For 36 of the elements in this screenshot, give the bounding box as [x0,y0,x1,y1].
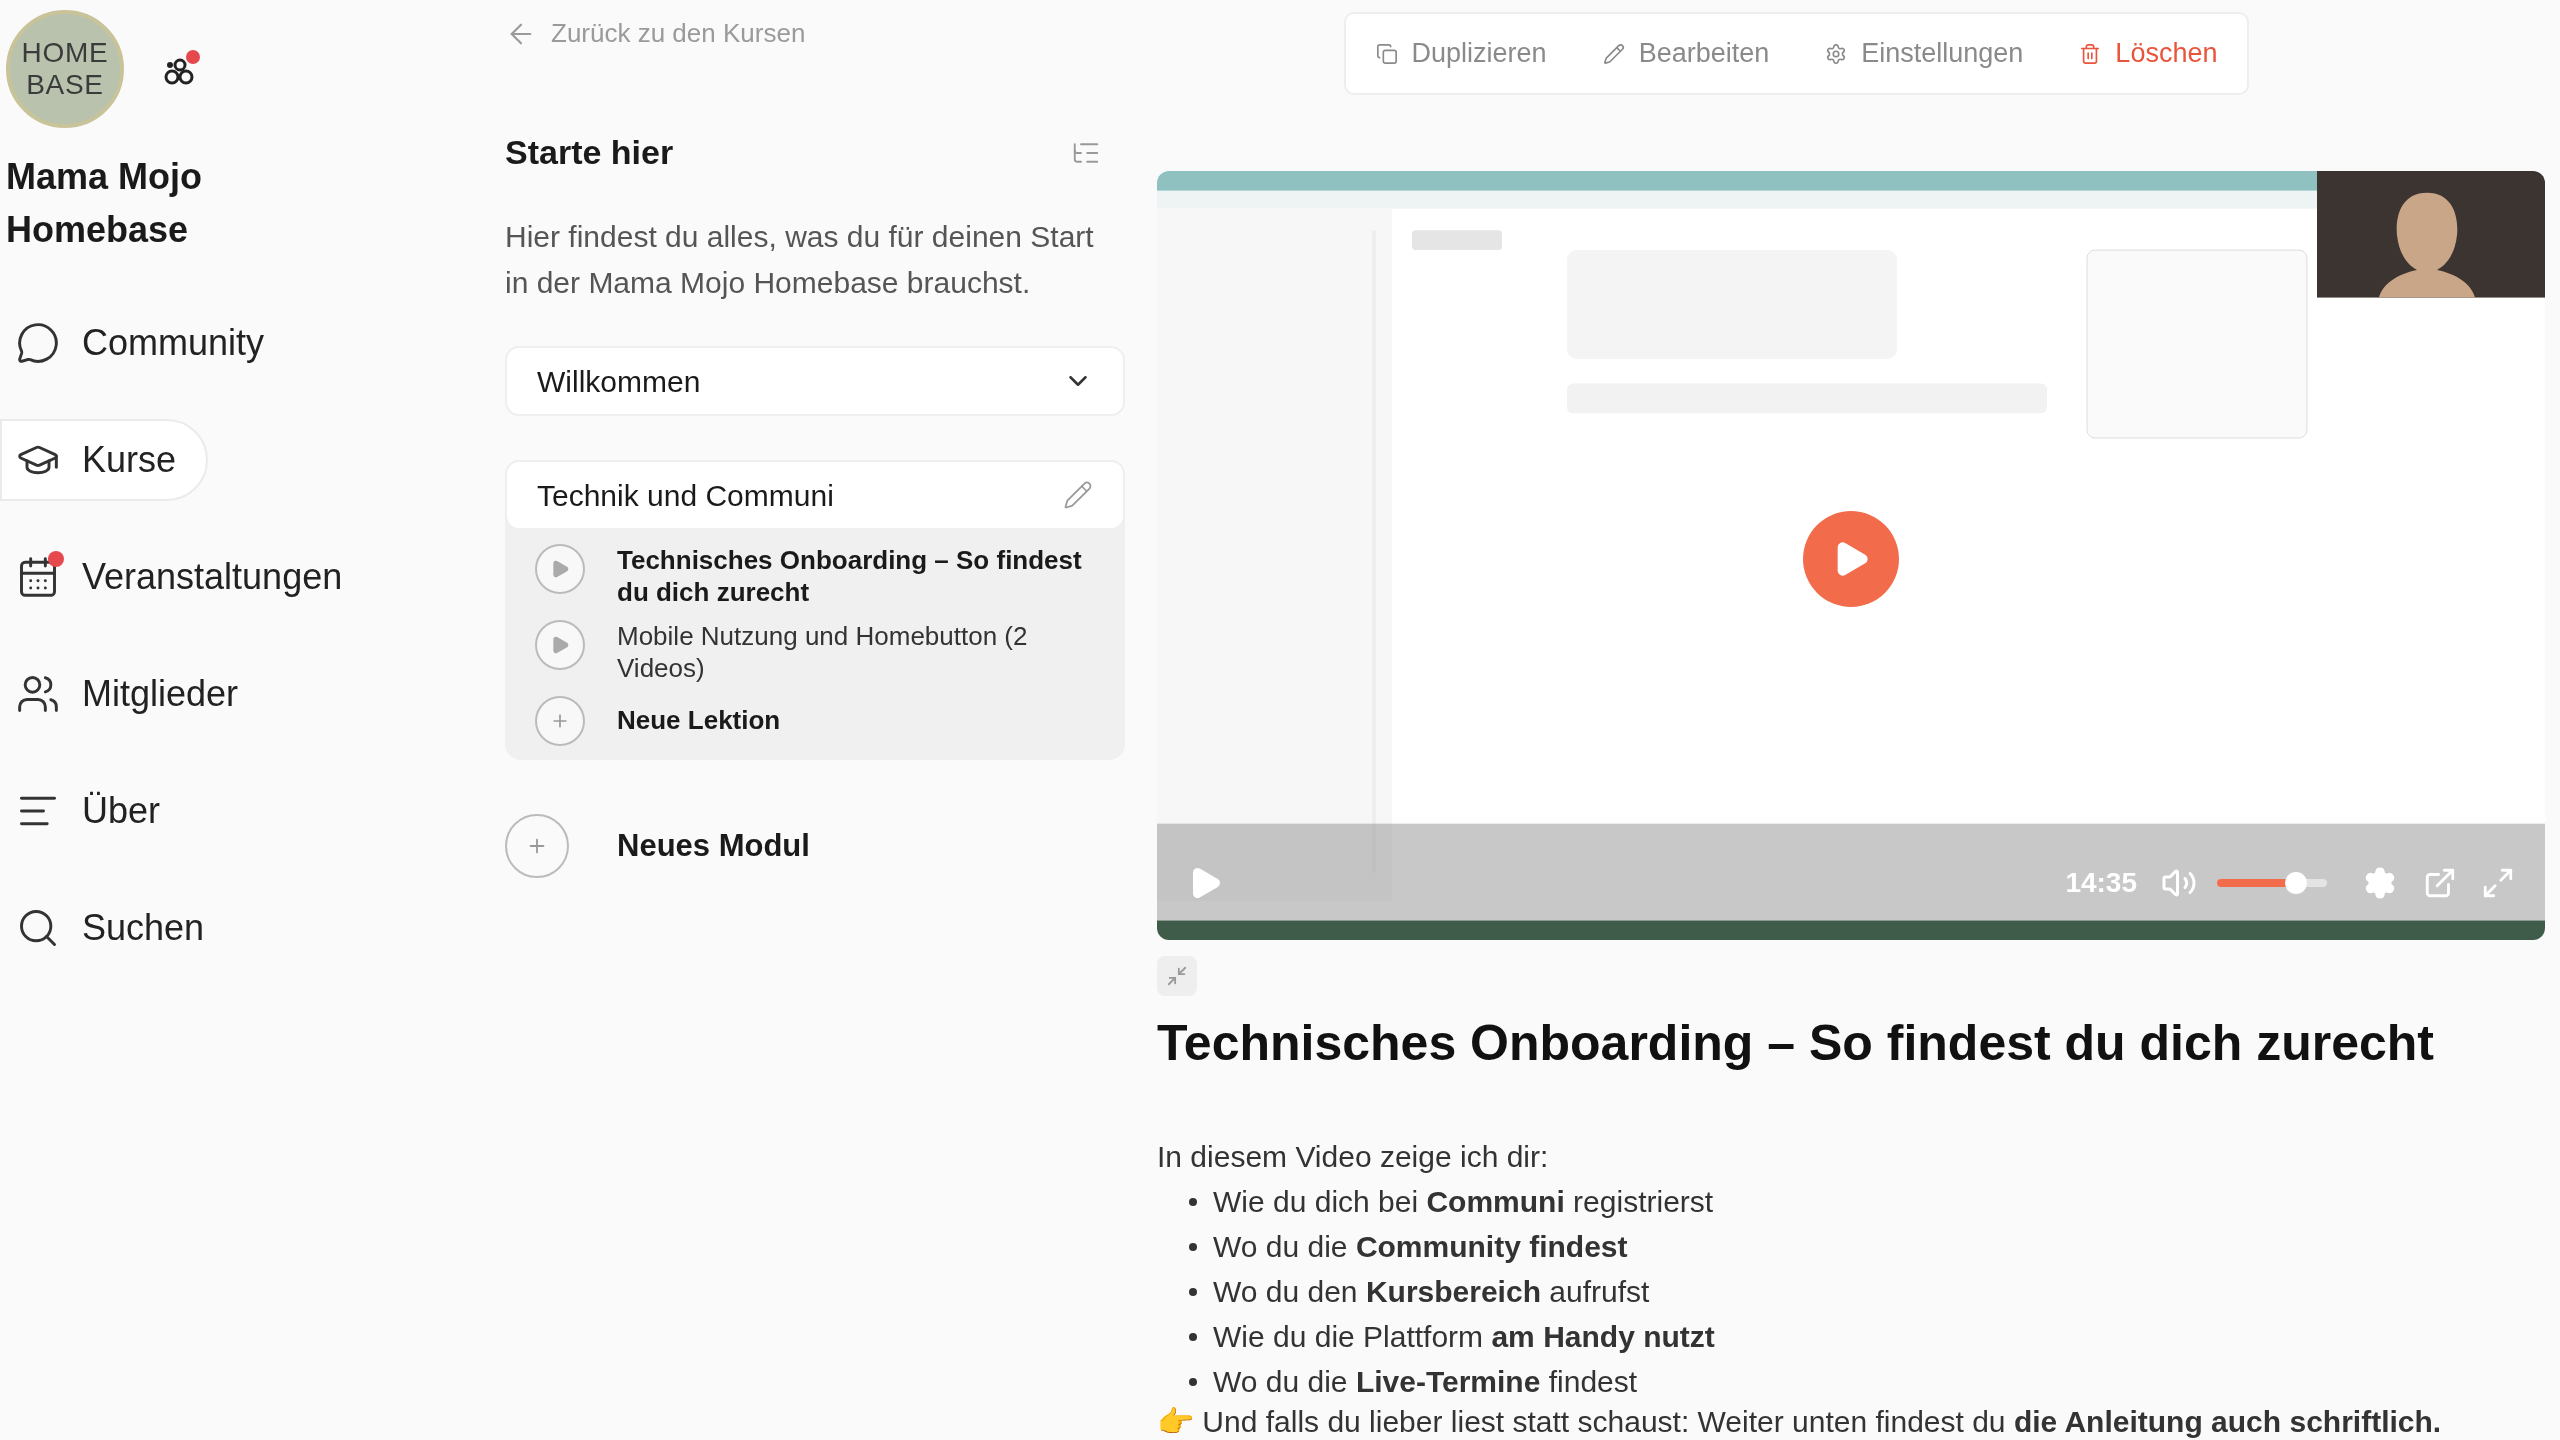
module-header[interactable]: Willkommen [505,346,1125,416]
volume-slider[interactable] [2217,872,2327,895]
collapse-icon[interactable] [1157,956,1197,996]
community-name: Mama Mojo Homebase [5,155,203,252]
lesson-title[interactable]: Technisches Onboarding – So findest du dich zurecht [617,544,1095,608]
add-lesson-icon[interactable] [535,696,585,746]
bullet-text: Wo du die Live-Termine findest [1213,1364,1638,1400]
settings-icon[interactable] [2363,866,2397,901]
add-module-icon[interactable] [505,814,569,878]
settings-icon [1825,42,1848,65]
bullet-text: Wo du den Kursbereich aufrufst [1213,1274,1650,1310]
lesson-title[interactable]: Neue Lektion [617,696,781,736]
module-header[interactable]: Technik und Communi [505,460,1125,530]
new-module-link[interactable]: Neues Modul [617,822,810,870]
bullet-text: Wo du die Community findest [1213,1229,1628,1265]
nav-item[interactable]: Veranstaltungen [0,536,375,618]
lesson-heading: Technisches Onboarding – So findest du dich zurecht [1157,1014,2435,1073]
copy-icon [1375,42,1398,65]
bullet-text: Wie du dich bei Communi registrierst [1213,1184,1714,1220]
lesson-title[interactable]: Mobile Nutzung und Homebutton (2 Videos) [617,620,1095,684]
nav-item[interactable]: Kurse [0,419,209,501]
action-button[interactable]: Löschen [2079,33,2218,74]
course-description: Hier findest du alles, was du für deinen Start in der Mama Mojo Homebase brauchst. [505,219,1095,301]
nav-item[interactable]: Mitglieder [0,653,271,735]
chat-bubble-icon [16,321,60,365]
bullet-text: Wie du die Plattform am Handy nutzt [1213,1319,1715,1355]
trash-icon [2079,42,2102,65]
pencil-icon [1602,42,1625,65]
nav-item[interactable]: Über [0,770,193,852]
course-title: Starte hier [505,132,674,173]
pencil-icon[interactable] [1063,480,1093,510]
note-text: 👉 Und falls du lieber liest statt schaust: Weiter unten findest du die Anleitung auch schriftlich. [1157,1404,2443,1440]
intro-text: In diesem Video zeige ich dir: [1157,1139,1550,1175]
logo[interactable]: HOME BASE [6,10,124,128]
nav-item[interactable]: Suchen [0,887,237,969]
nav-item[interactable]: Community [0,302,297,384]
